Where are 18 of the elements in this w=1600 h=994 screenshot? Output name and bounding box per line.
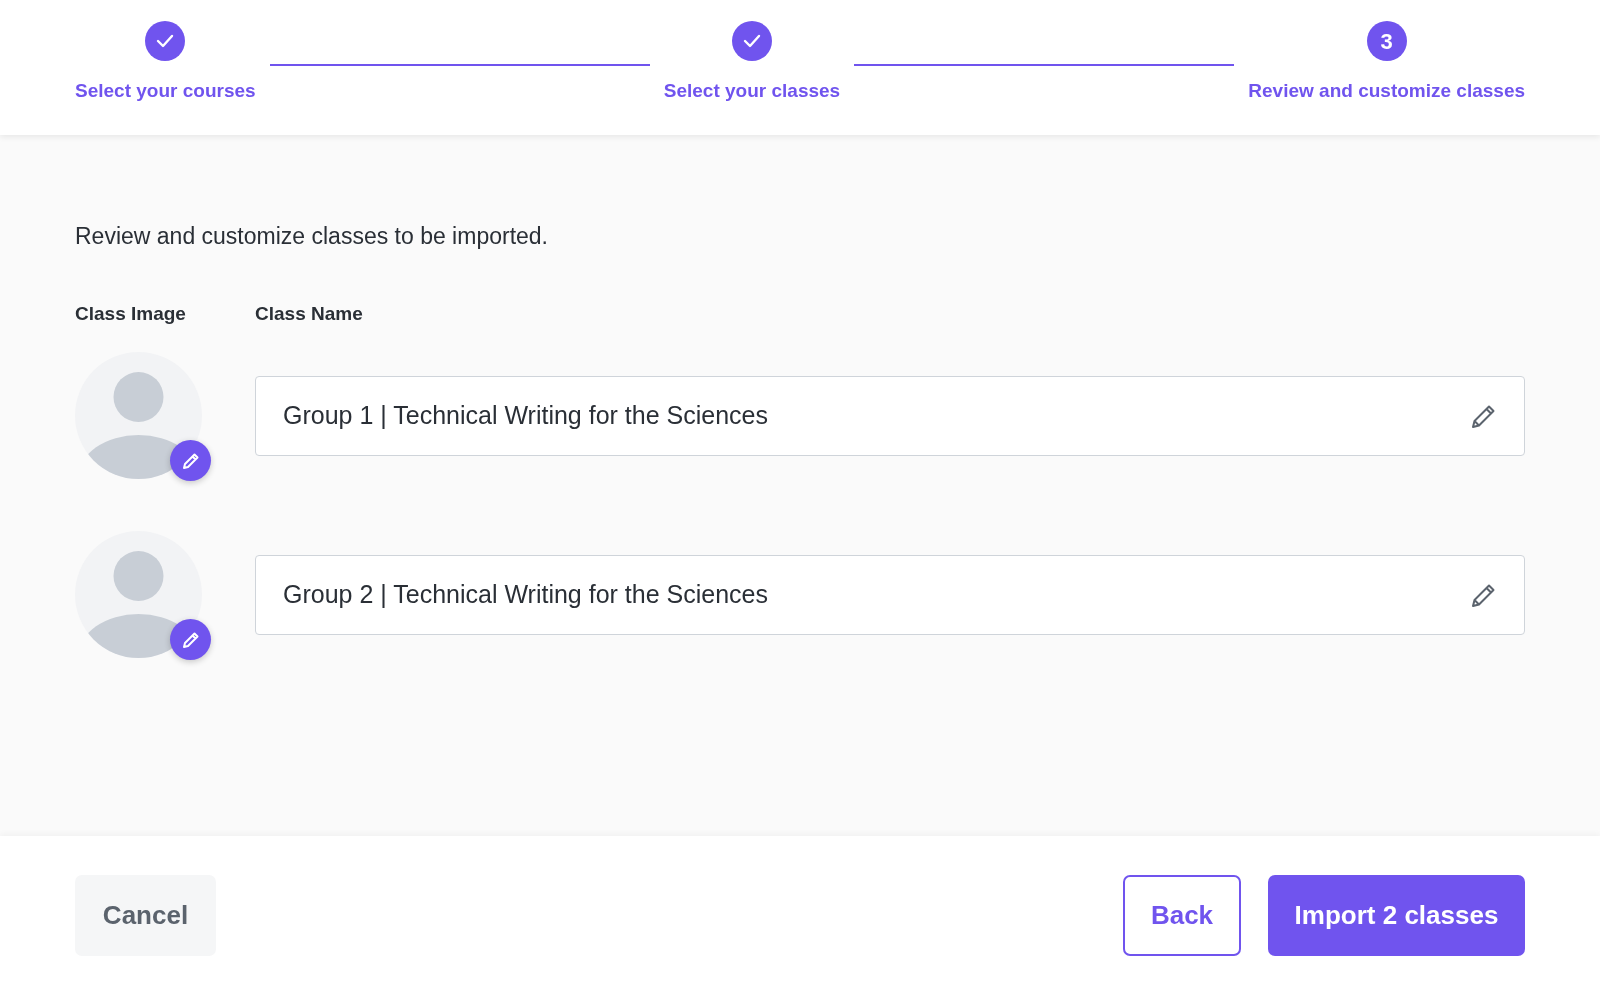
- column-header: Class Name: [255, 301, 363, 326]
- step-label: Select your courses: [75, 79, 256, 103]
- class-name-field[interactable]: Group 2 | Technical Writing for the Sciences: [255, 554, 1525, 635]
- edit-image-button[interactable]: [170, 619, 211, 660]
- pencil-icon: [180, 629, 201, 650]
- back-button[interactable]: Back: [1123, 874, 1241, 956]
- edit-image-button[interactable]: [170, 440, 211, 481]
- instruction-text: Review and customize classes to be imported.: [75, 222, 549, 251]
- pencil-icon: [180, 450, 201, 471]
- step-label: Review and customize classes: [1248, 79, 1525, 103]
- checkmark-icon: [742, 34, 761, 48]
- cancel-button[interactable]: Cancel: [75, 874, 216, 956]
- checkmark-icon: [156, 34, 175, 48]
- import-button[interactable]: Import 2 classes: [1268, 874, 1525, 956]
- step-number: 3: [1366, 21, 1407, 61]
- class-name-field[interactable]: Group 1 | Technical Writing for the Sciences: [255, 375, 1525, 456]
- step-label: Select your classes: [663, 79, 841, 103]
- column-header: Class Image: [75, 302, 186, 324]
